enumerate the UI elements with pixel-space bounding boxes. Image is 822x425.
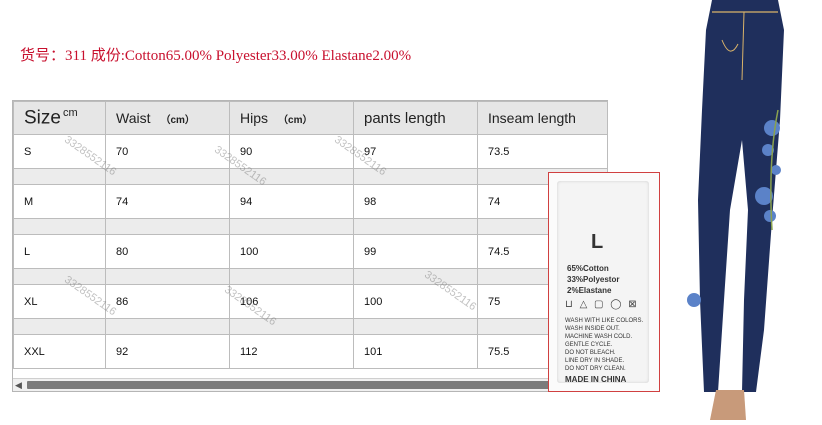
product-info-line: 货号：311 成份:Cotton65.00% Polyester33.00% E… bbox=[20, 48, 412, 64]
size-chart: Size cm Waist （cm） Hips （cm） pants length I… bbox=[12, 100, 608, 392]
care-symbols-icon: ⊔ △ ▢ ◯ ⊠ bbox=[565, 299, 639, 310]
cell-pants-length: 99 bbox=[353, 234, 478, 269]
cell-hips: 94 bbox=[229, 184, 354, 219]
care-label-photo: L 65%Cotton 33%Polyestor 2%Elastane ⊔ △ … bbox=[548, 172, 660, 392]
column-header-waist: Waist （cm） bbox=[105, 101, 230, 135]
row-spacer bbox=[13, 268, 608, 285]
cell-size: M bbox=[13, 184, 106, 219]
cell-hips: 106 bbox=[229, 284, 354, 319]
cell-waist: 86 bbox=[105, 284, 230, 319]
label-size: L bbox=[591, 231, 604, 253]
cell-inseam: 73.5 bbox=[477, 134, 608, 169]
table-row: M 74 94 98 74 bbox=[13, 184, 608, 219]
label-fabric-composition: 65%Cotton 33%Polyestor 2%Elastane bbox=[567, 264, 620, 295]
table-row: XXL 92 112 101 75.5 bbox=[13, 334, 608, 369]
cell-pants-length: 101 bbox=[353, 334, 478, 369]
scrollbar-thumb[interactable] bbox=[27, 381, 567, 389]
row-spacer bbox=[13, 218, 608, 235]
table-row: L 80 100 99 74.5 bbox=[13, 234, 608, 269]
scroll-left-arrow-icon[interactable]: ◀ bbox=[15, 379, 22, 391]
label-care-instructions: WASH WITH LIKE COLORS. WASH INSIDE OUT. … bbox=[565, 318, 644, 372]
cell-pants-length: 98 bbox=[353, 184, 478, 219]
cell-hips: 112 bbox=[229, 334, 354, 369]
cell-waist: 70 bbox=[105, 134, 230, 169]
column-header-pants-length: pants length bbox=[353, 101, 478, 135]
cell-hips: 100 bbox=[229, 234, 354, 269]
label-made-in: MADE IN CHINA bbox=[565, 375, 627, 384]
row-spacer bbox=[13, 318, 608, 335]
size-table: Size cm Waist （cm） Hips （cm） pants length I… bbox=[13, 101, 608, 369]
cell-size: XXL bbox=[13, 334, 106, 369]
row-spacer bbox=[13, 168, 608, 185]
cell-pants-length: 100 bbox=[353, 284, 478, 319]
table-header-row: Size cm Waist （cm） Hips （cm） pants length I… bbox=[13, 101, 608, 135]
model-jeans-photo bbox=[660, 0, 822, 425]
column-header-hips: Hips （cm） bbox=[229, 101, 354, 135]
column-header-inseam-length: Inseam length bbox=[477, 101, 608, 135]
cell-pants-length: 97 bbox=[353, 134, 478, 169]
cell-waist: 80 bbox=[105, 234, 230, 269]
table-row: XL 86 106 100 75 bbox=[13, 284, 608, 319]
cell-size: S bbox=[13, 134, 106, 169]
horizontal-scrollbar[interactable]: ◀ bbox=[13, 378, 607, 391]
care-label-tag: L 65%Cotton 33%Polyestor 2%Elastane ⊔ △ … bbox=[557, 181, 649, 384]
table-row: S 70 90 97 73.5 bbox=[13, 134, 608, 169]
cell-hips: 90 bbox=[229, 134, 354, 169]
cell-waist: 74 bbox=[105, 184, 230, 219]
column-header-size: Size cm bbox=[13, 101, 106, 135]
cell-size: L bbox=[13, 234, 106, 269]
cell-size: XL bbox=[13, 284, 106, 319]
cell-waist: 92 bbox=[105, 334, 230, 369]
